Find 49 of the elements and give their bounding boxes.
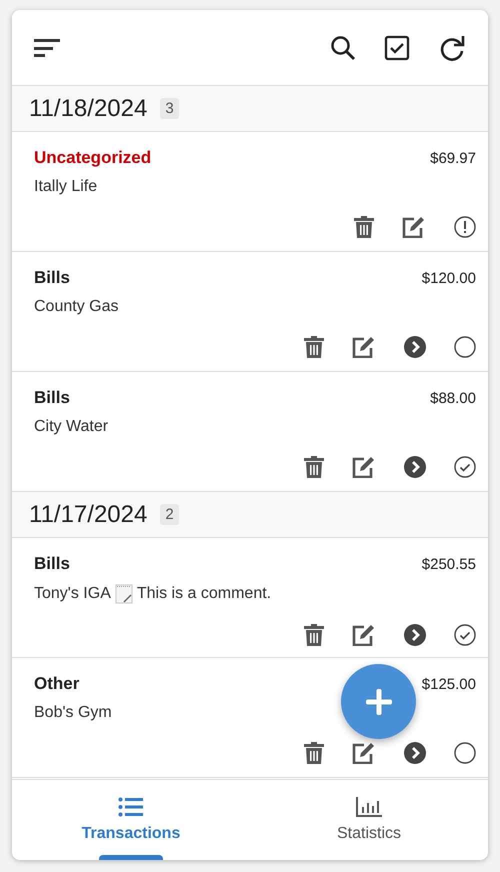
payee-label: Bob's Gym <box>34 704 112 722</box>
date-label: 11/17/2024 <box>29 500 148 528</box>
chevron-circle-icon[interactable] <box>404 624 426 646</box>
check-circle-icon[interactable] <box>454 456 476 478</box>
plus-icon <box>366 688 392 714</box>
edit-icon[interactable] <box>352 336 376 358</box>
category-label: Uncategorized <box>34 148 152 168</box>
edit-icon[interactable] <box>352 742 376 764</box>
chevron-circle-icon[interactable] <box>404 456 426 478</box>
edit-icon[interactable] <box>402 216 426 238</box>
category-label: Bills <box>34 388 70 408</box>
sort-icon[interactable] <box>34 38 62 58</box>
check-circle-icon[interactable] <box>454 624 476 646</box>
category-label: Other <box>34 674 80 694</box>
trash-icon[interactable] <box>304 336 324 358</box>
payee-label: City Water <box>34 418 108 436</box>
radio-circle-icon[interactable] <box>454 336 476 358</box>
radio-circle-icon[interactable] <box>454 742 476 764</box>
amount-label: $120.00 <box>422 270 476 287</box>
comment-text: This is a comment. <box>136 585 272 603</box>
payee-label: County Gas <box>34 298 118 316</box>
count-badge: 2 <box>160 504 179 525</box>
trash-icon[interactable] <box>304 456 324 478</box>
trash-icon[interactable] <box>304 742 324 764</box>
edit-icon[interactable] <box>352 624 376 646</box>
amount-label: $88.00 <box>430 390 476 407</box>
amount-label: $250.55 <box>422 556 476 573</box>
amount-label: $69.97 <box>430 150 476 167</box>
payee-label: Itally Life <box>34 178 98 196</box>
search-icon[interactable] <box>330 34 356 60</box>
trash-icon[interactable] <box>304 624 324 646</box>
list-icon <box>118 797 144 817</box>
trash-icon[interactable] <box>354 216 374 238</box>
checkbox-icon[interactable] <box>384 34 410 60</box>
alert-icon[interactable] <box>454 216 476 238</box>
category-label: Bills <box>34 268 70 288</box>
nav-tab[interactable]: Statistics <box>250 780 488 860</box>
count-badge: 3 <box>160 98 179 119</box>
category-label: Bills <box>34 554 70 574</box>
amount-label: $125.00 <box>422 676 476 693</box>
bar-chart-icon <box>356 797 382 817</box>
refresh-icon[interactable] <box>438 34 466 62</box>
notepad-icon <box>114 584 133 604</box>
chevron-circle-icon[interactable] <box>404 742 426 764</box>
date-label: 11/18/2024 <box>29 94 148 122</box>
chevron-circle-icon[interactable] <box>404 336 426 358</box>
edit-icon[interactable] <box>352 456 376 478</box>
nav-tab[interactable]: Transactions <box>12 780 250 860</box>
payee-label: Tony's IGA <box>34 585 111 603</box>
